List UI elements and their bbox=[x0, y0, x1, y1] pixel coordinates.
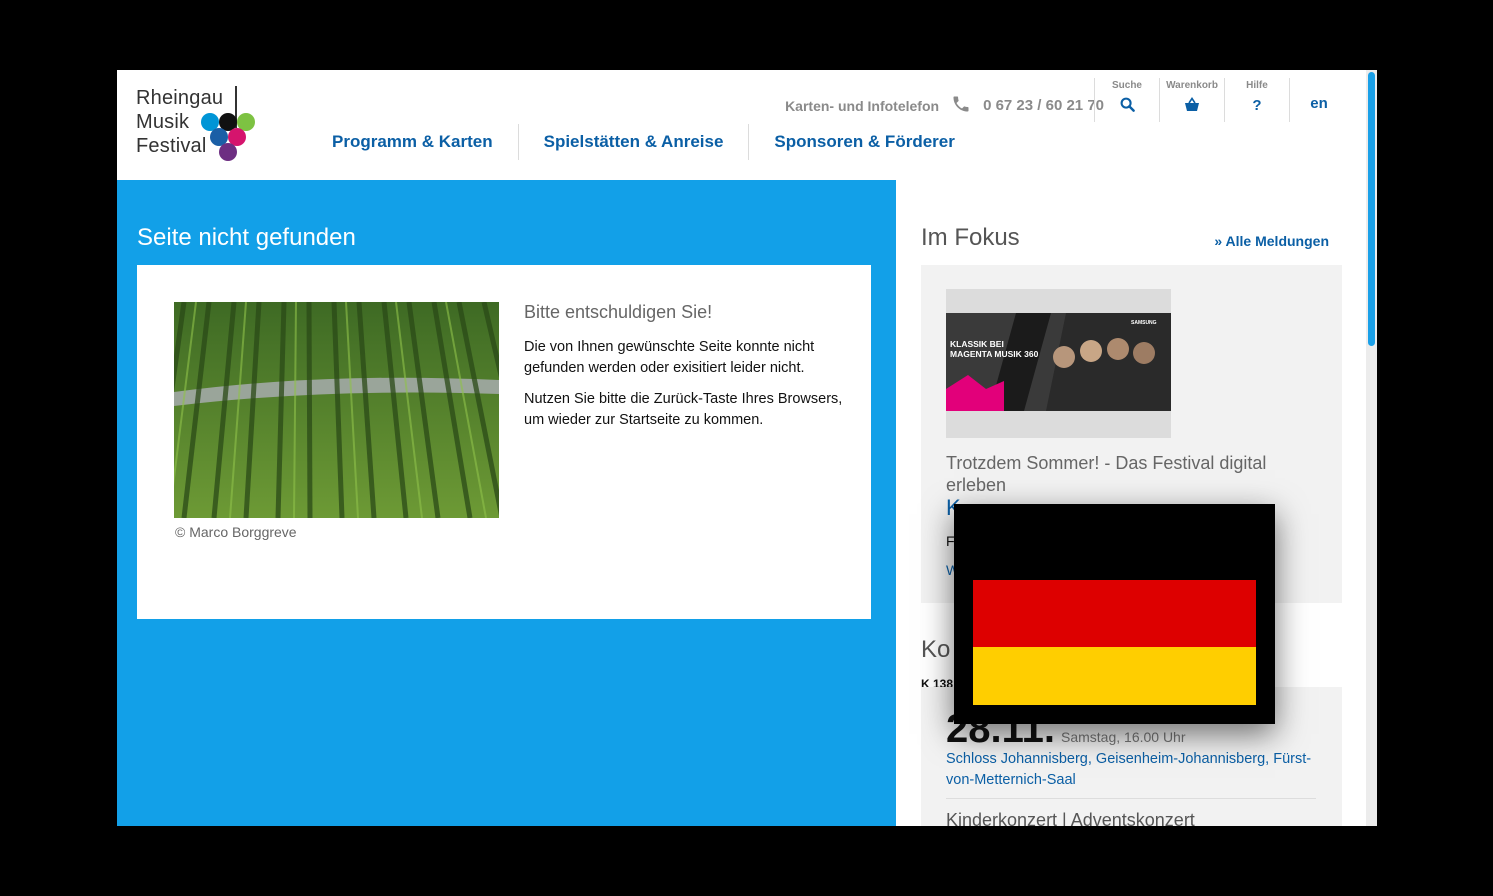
konzerte-heading: Ko bbox=[921, 636, 951, 663]
flag-stripe-gold bbox=[973, 647, 1256, 705]
magenta-banner-image[interactable]: KLASSIK BEI MAGENTA MUSIK 360 SAMSUNG bbox=[946, 289, 1171, 438]
logo-line-1: Rheingau bbox=[136, 87, 224, 109]
main-nav: Programm & Karten Spielstätten & Anreise… bbox=[307, 122, 980, 162]
error-message: Bitte entschuldigen Sie! Die von Ihnen g… bbox=[524, 302, 844, 441]
page-title: Seite nicht gefunden bbox=[137, 224, 356, 251]
nav-spielstaetten-anreise[interactable]: Spielstätten & Anreise bbox=[519, 124, 749, 160]
banner-text-1: KLASSIK BEI bbox=[950, 339, 1004, 349]
logo-line-3: Festival bbox=[136, 135, 207, 157]
language-flag-popup[interactable] bbox=[954, 504, 1275, 724]
divider bbox=[946, 798, 1316, 799]
scrollbar-thumb[interactable] bbox=[1368, 72, 1375, 346]
konzert-time: Samstag, 16.00 Uhr bbox=[1061, 729, 1186, 745]
basket-icon bbox=[1160, 97, 1224, 116]
search-icon bbox=[1095, 97, 1159, 116]
error-text-1: Die von Ihnen gewünschte Seite konnte ni… bbox=[524, 339, 815, 376]
flag-stripe-red bbox=[973, 580, 1256, 647]
search-button[interactable]: Suche bbox=[1094, 78, 1159, 122]
error-card: © Marco Borggreve Bitte entschuldigen Si… bbox=[137, 265, 871, 619]
phone-number[interactable]: 0 67 23 / 60 21 70 bbox=[983, 97, 1104, 114]
page-scrollbar[interactable] bbox=[1366, 70, 1377, 826]
error-text-2: Nutzen Sie bitte die Zurück-Taste Ihres … bbox=[524, 391, 843, 428]
cart-button[interactable]: Warenkorb bbox=[1159, 78, 1224, 122]
nav-sponsoren-foerderer[interactable]: Sponsoren & Förderer bbox=[749, 124, 979, 160]
help-label: Hilfe bbox=[1246, 80, 1268, 91]
main-content: Seite nicht gefunden © Marco Borggreve B… bbox=[117, 180, 896, 826]
search-label: Suche bbox=[1111, 80, 1142, 91]
banner-text-2: MAGENTA MUSIK 360 bbox=[950, 349, 1039, 359]
phone-label: Karten- und Infotelefon bbox=[785, 97, 940, 114]
banner-brand: SAMSUNG bbox=[1131, 320, 1157, 326]
logo-dot-purple bbox=[219, 143, 237, 161]
next-konzert-title[interactable]: Kinderkonzert | Adventskonzert bbox=[946, 810, 1195, 826]
konzert-venue-link[interactable]: Schloss Johannisberg, Geisenheim-Johanni… bbox=[946, 749, 1316, 791]
phone-icon bbox=[951, 94, 971, 117]
header-tools: Suche Warenkorb Hilfe ? en bbox=[1094, 78, 1348, 122]
sidebar: Im Fokus » Alle Meldungen KLASSIK BEI MA… bbox=[896, 180, 1366, 826]
question-icon: ? bbox=[1252, 97, 1262, 114]
language-label: en bbox=[1310, 95, 1328, 112]
error-heading: Bitte entschuldigen Sie! bbox=[524, 302, 713, 322]
nav-programm-karten[interactable]: Programm & Karten bbox=[307, 124, 518, 160]
site-header: Rheingau Musik Festival Programm & Karte… bbox=[117, 70, 1366, 181]
sidebar-title: Im Fokus bbox=[921, 224, 1020, 251]
help-button[interactable]: Hilfe ? bbox=[1224, 78, 1289, 122]
language-switch[interactable]: en bbox=[1289, 78, 1348, 122]
all-news-link[interactable]: » Alle Meldungen bbox=[1214, 233, 1329, 249]
cart-label: Warenkorb bbox=[1166, 80, 1218, 91]
photo-credit: © Marco Borggreve bbox=[175, 524, 297, 540]
site-logo[interactable]: Rheingau Musik Festival bbox=[136, 86, 266, 166]
phone-info: Karten- und Infotelefon 0 67 23 / 60 21 … bbox=[785, 94, 1104, 117]
fokus-title: Trotzdem Sommer! - Das Festival digital … bbox=[946, 453, 1267, 495]
vineyard-photo bbox=[174, 302, 499, 518]
